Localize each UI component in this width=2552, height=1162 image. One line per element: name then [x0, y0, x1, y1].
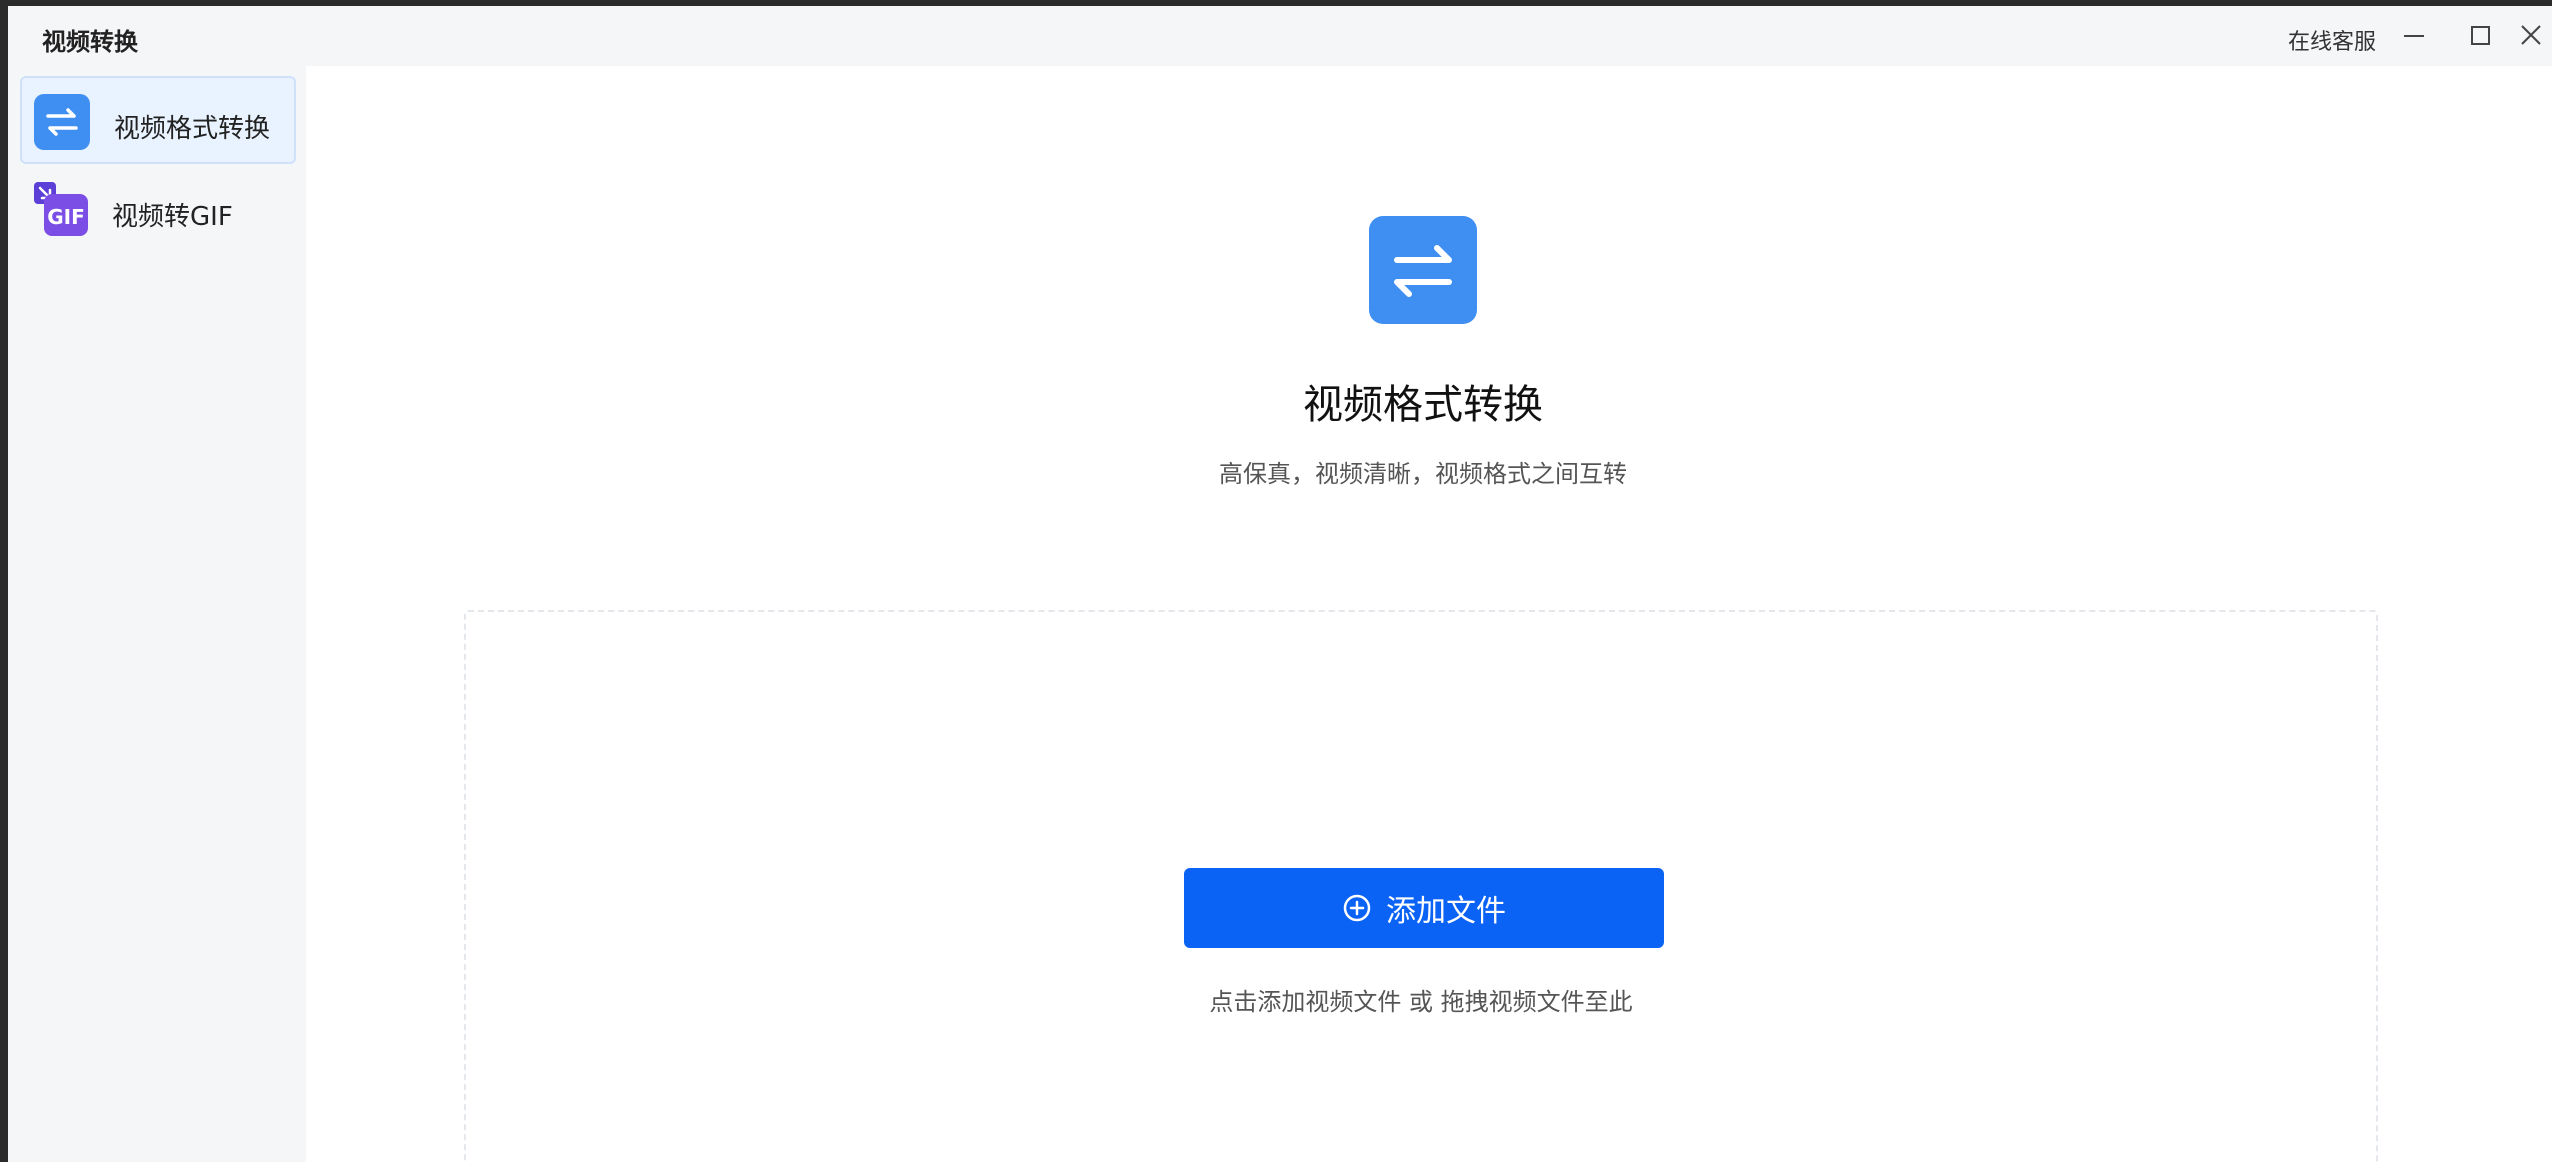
add-file-label: 添加文件 — [1386, 894, 1506, 929]
sidebar-item-video-to-gif[interactable]: GIF 视频转GIF — [20, 166, 296, 254]
close-icon — [2521, 25, 2541, 45]
add-file-button[interactable]: 添加文件 — [1184, 868, 1664, 948]
app-window: 视频转换 在线客服 视频格式转换 GIF 视频转GIF 视频格式转换 高保真，视… — [8, 6, 2552, 1162]
swap-arrows-icon — [1369, 216, 1477, 324]
close-button[interactable] — [2512, 18, 2552, 54]
main-content: 视频格式转换 高保真，视频清晰，视频格式之间互转 添加文件 点击添加视频文件 或… — [306, 66, 2546, 1162]
sidebar: 视频格式转换 GIF 视频转GIF — [8, 66, 306, 1162]
gif-icon: GIF — [32, 180, 88, 236]
sidebar-item-video-format-convert[interactable]: 视频格式转换 — [20, 76, 296, 164]
online-support-link[interactable]: 在线客服 — [2288, 24, 2376, 56]
title-bar: 视频转换 在线客服 — [8, 6, 2552, 66]
drop-hint-text: 点击添加视频文件 或 拖拽视频文件至此 — [1209, 988, 1633, 1016]
minimize-icon — [2404, 35, 2424, 37]
maximize-icon — [2471, 26, 2490, 45]
plus-circle-icon — [1343, 894, 1371, 922]
maximize-button[interactable] — [2460, 18, 2500, 54]
app-title: 视频转换 — [42, 28, 138, 56]
minimize-button[interactable] — [2394, 18, 2434, 54]
svg-text:GIF: GIF — [47, 205, 85, 229]
swap-arrows-icon — [34, 94, 90, 150]
sidebar-item-label: 视频转GIF — [112, 202, 233, 232]
feature-subtitle: 高保真，视频清晰，视频格式之间互转 — [1219, 460, 1627, 488]
file-drop-zone[interactable]: 添加文件 点击添加视频文件 或 拖拽视频文件至此 — [464, 610, 2378, 1162]
feature-title: 视频格式转换 — [1303, 382, 1543, 428]
sidebar-item-label: 视频格式转换 — [114, 114, 271, 144]
